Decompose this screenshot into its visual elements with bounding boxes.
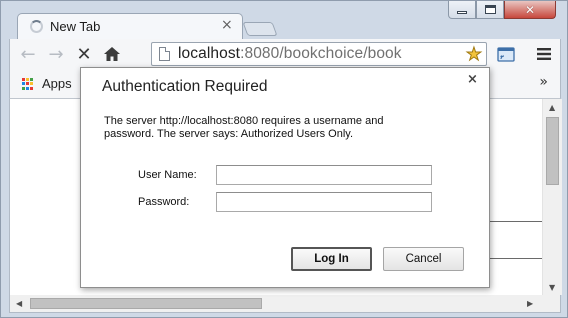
scroll-down-icon[interactable]: ▼ [549, 283, 555, 292]
password-label: Password: [138, 196, 190, 208]
maximize-button[interactable] [476, 1, 504, 19]
tab-strip: New Tab × ✕ [1, 1, 567, 39]
scroll-right-icon[interactable]: ▶ [527, 299, 533, 308]
apps-grid-dot [30, 78, 33, 81]
url-path: :8080/bookchoice/book [240, 45, 402, 62]
tab-close-icon[interactable]: × [221, 17, 233, 33]
close-icon: ✕ [524, 2, 536, 17]
apps-grid-dot [30, 86, 33, 90]
horizontal-scroll-thumb[interactable] [30, 298, 262, 309]
cast-icon [497, 46, 515, 62]
new-tab-button[interactable] [242, 22, 278, 36]
home-icon [104, 47, 120, 61]
back-button[interactable]: ← [16, 42, 40, 66]
authentication-dialog: Authentication Required × The server htt… [80, 67, 490, 288]
apps-grid-dot [26, 86, 29, 90]
bookmark-star-icon[interactable]: ★ [465, 44, 482, 66]
apps-grid-dot [26, 78, 29, 81]
dialog-message-line: The server http://localhost:8080 require… [104, 115, 384, 127]
horizontal-scrollbar[interactable]: ◀ ▶ [9, 295, 561, 313]
apps-grid-dot [30, 82, 33, 86]
loading-spinner-icon [30, 20, 43, 33]
scroll-up-icon[interactable]: ▲ [549, 103, 555, 112]
login-button[interactable]: Log In [291, 247, 372, 271]
navigation-toolbar: ← → ✕ localhost:8080/bookchoice/book ★ [9, 39, 561, 69]
dialog-close-icon[interactable]: × [467, 72, 478, 87]
username-label: User Name: [138, 169, 197, 181]
username-field[interactable] [216, 165, 432, 185]
menu-button[interactable] [532, 42, 556, 66]
window-close-button[interactable]: ✕ [504, 1, 556, 19]
apps-grid-dot [26, 82, 29, 86]
url-text[interactable]: localhost:8080/bookchoice/book [178, 45, 402, 63]
dialog-message: The server http://localhost:8080 require… [104, 115, 464, 141]
vertical-scrollbar[interactable]: ▲ ▼ [542, 99, 562, 295]
dialog-title: Authentication Required [102, 78, 268, 95]
browser-window: New Tab × ✕ ← → ✕ localhost:8080/bookcho… [0, 0, 568, 318]
apps-grid-dot [22, 82, 25, 86]
hamburger-menu-icon [537, 48, 551, 60]
apps-grid-dot [22, 78, 25, 81]
stop-icon: ✕ [76, 43, 92, 65]
forward-button[interactable]: → [44, 42, 68, 66]
scroll-left-icon[interactable]: ◀ [16, 299, 22, 308]
minimize-icon [457, 10, 467, 14]
address-bar[interactable]: localhost:8080/bookchoice/book ★ [151, 42, 487, 66]
tab-title: New Tab [50, 19, 101, 34]
maximize-icon [484, 5, 496, 14]
stop-button[interactable]: ✕ [72, 42, 96, 66]
cancel-button[interactable]: Cancel [383, 247, 464, 271]
password-field[interactable] [216, 192, 432, 212]
cast-button[interactable] [494, 42, 518, 66]
apps-grid-icon [22, 78, 34, 90]
tab-new-tab[interactable]: New Tab × [17, 13, 243, 39]
page-icon [159, 47, 170, 61]
bookmarks-overflow-icon[interactable]: » [539, 74, 548, 90]
forward-arrow-icon: → [48, 43, 64, 65]
apps-label: Apps [42, 76, 72, 91]
minimize-button[interactable] [448, 1, 476, 19]
apps-grid-dot [22, 86, 25, 90]
vertical-scroll-thumb[interactable] [546, 117, 559, 185]
dialog-message-line: password. The server says: Authorized Us… [104, 128, 354, 140]
url-host: localhost [178, 45, 241, 62]
home-button[interactable] [100, 42, 124, 66]
back-arrow-icon: ← [20, 43, 36, 65]
